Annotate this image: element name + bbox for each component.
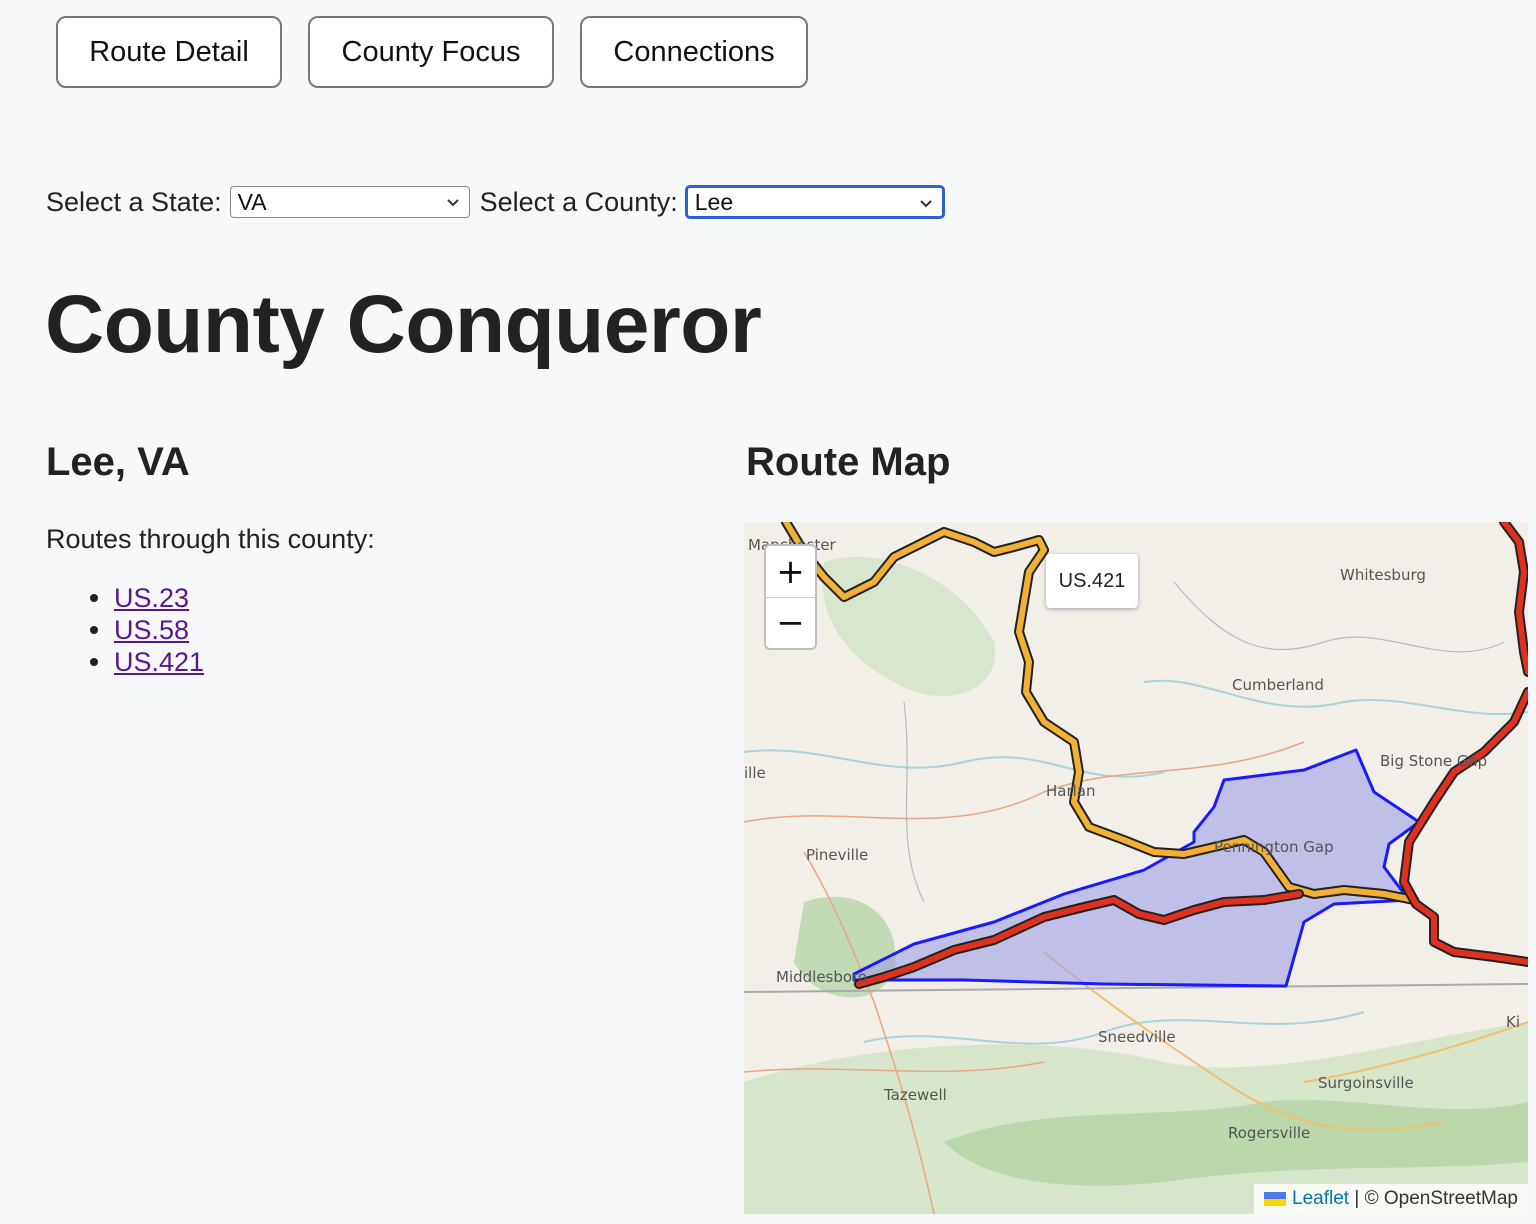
page-title: County Conqueror xyxy=(45,279,762,370)
connections-button[interactable]: Connections xyxy=(580,16,808,88)
list-item: US.421 xyxy=(90,646,204,678)
route-map-heading: Route Map xyxy=(746,440,951,484)
attribution-separator: | xyxy=(1349,1188,1365,1209)
route-list: US.23 US.58 US.421 xyxy=(90,582,204,678)
river xyxy=(744,749,1165,778)
chevron-down-icon xyxy=(446,199,459,207)
map-attribution: Leaflet | © OpenStreetMap xyxy=(1254,1184,1528,1214)
place-label: Ki xyxy=(1506,1013,1520,1031)
river xyxy=(1143,679,1528,716)
place-label: Whitesburg xyxy=(1340,566,1426,584)
list-item: US.23 xyxy=(90,582,204,614)
place-label: ille xyxy=(744,764,766,782)
county-select[interactable]: Lee xyxy=(685,186,944,218)
bullet xyxy=(90,658,98,666)
route-us23[interactable] xyxy=(1401,522,1528,965)
bullet xyxy=(90,626,98,634)
route-link-us23[interactable]: US.23 xyxy=(114,583,189,614)
place-label: Cumberland xyxy=(1232,676,1324,694)
forest-area xyxy=(822,556,996,697)
zoom-out-button[interactable]: − xyxy=(766,597,815,648)
county-select-label: Select a County: xyxy=(479,186,678,217)
leaflet-link[interactable]: Leaflet xyxy=(1292,1188,1349,1210)
place-label: Surgoinsville xyxy=(1318,1074,1414,1092)
state-select-label: Select a State: xyxy=(46,186,222,217)
county-boundary xyxy=(1173,581,1505,653)
place-label: Harlan xyxy=(1046,782,1096,800)
routes-label: Routes through this county: xyxy=(46,524,375,554)
place-label: Big Stone Gap xyxy=(1380,752,1487,770)
lee-county-polygon[interactable] xyxy=(852,748,1421,988)
route-map[interactable]: Manchester Whitesburg Cumberland Big Sto… xyxy=(744,522,1528,1214)
state-select[interactable]: VA xyxy=(229,186,470,218)
county-heading: Lee, VA xyxy=(46,440,190,484)
route-detail-button[interactable]: Route Detail xyxy=(56,16,282,88)
county-select-value: Lee xyxy=(694,188,734,215)
state-select-value: VA xyxy=(237,188,267,215)
map-tiles: Manchester Whitesburg Cumberland Big Sto… xyxy=(744,522,1528,1214)
place-label: Rogersville xyxy=(1228,1124,1310,1142)
county-boundary xyxy=(903,701,925,903)
zoom-in-button[interactable]: + xyxy=(766,546,815,597)
place-label: Pennington Gap xyxy=(1214,838,1334,856)
county-focus-button[interactable]: County Focus xyxy=(308,16,554,88)
place-label: Pineville xyxy=(806,846,868,864)
bullet xyxy=(90,594,98,602)
attribution-text: © OpenStreetMap xyxy=(1364,1188,1518,1209)
route-link-us421[interactable]: US.421 xyxy=(114,647,204,678)
chevron-down-icon xyxy=(920,200,932,208)
list-item: US.58 xyxy=(90,614,204,646)
zoom-control: + − xyxy=(764,544,817,650)
ukraine-flag-icon xyxy=(1264,1192,1287,1206)
selector-bar: Select a State: VA Select a County: Lee xyxy=(46,186,944,218)
route-tooltip: US.421 xyxy=(1046,554,1138,608)
place-label: Tazewell xyxy=(883,1086,947,1104)
place-label: Middlesboro xyxy=(776,968,867,986)
top-nav: Route Detail County Focus Connections xyxy=(56,16,808,88)
route-us23-casing xyxy=(1399,522,1528,967)
place-label: Sneedville xyxy=(1098,1028,1176,1046)
route-link-us58[interactable]: US.58 xyxy=(114,615,189,646)
